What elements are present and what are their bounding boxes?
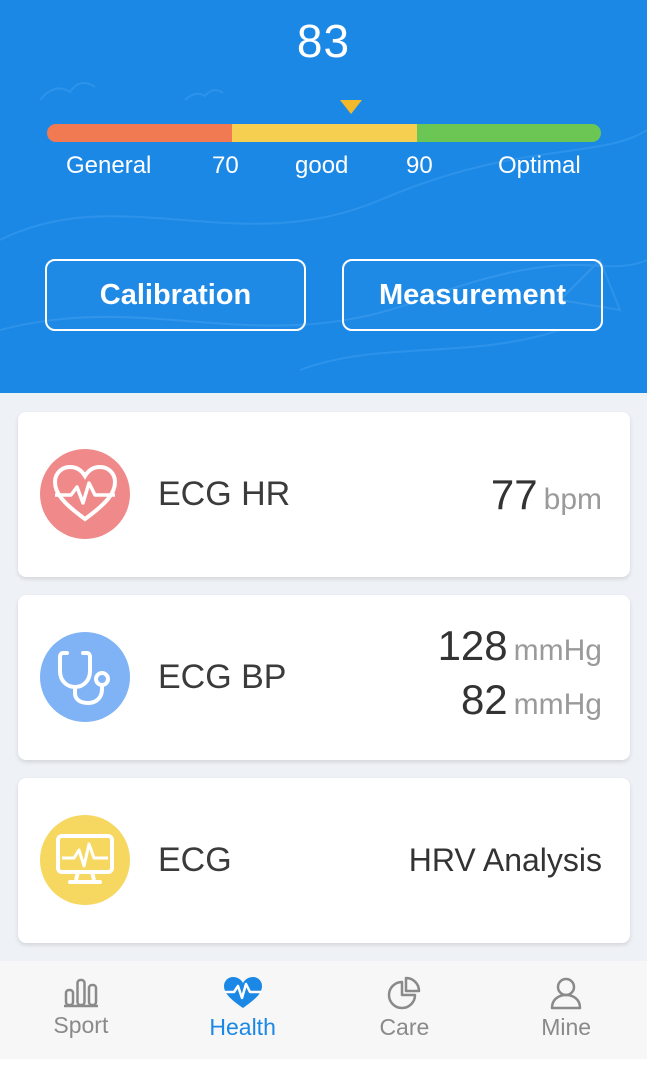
- calibration-button[interactable]: Calibration: [45, 259, 306, 331]
- monitor-ecg-icon: [40, 815, 130, 905]
- nav-tab-health[interactable]: Health: [162, 961, 324, 1059]
- score-marker-icon: [340, 100, 362, 114]
- range-general-segment: [47, 124, 232, 142]
- nav-label-sport: Sport: [53, 1012, 109, 1038]
- range-label-good: good: [295, 152, 349, 179]
- range-label-optimal: Optimal: [498, 152, 581, 179]
- stethoscope-icon: [40, 632, 130, 722]
- hrv-analysis-label: HRV Analysis: [408, 842, 602, 878]
- nav-tab-sport[interactable]: Sport: [0, 961, 162, 1059]
- bottom-navigation: Sport Health Care Mine: [0, 961, 647, 1059]
- nav-label-health: Health: [209, 1014, 276, 1040]
- hrv-analysis-link[interactable]: HRV Analysis: [409, 778, 602, 943]
- nav-label-care: Care: [379, 1014, 430, 1040]
- user-icon: [550, 977, 582, 1010]
- ecg-bp-reading: 128 mmHg 82 mmHg: [438, 595, 602, 760]
- system-navigation-bar: [0, 1059, 647, 1080]
- range-label-70: 70: [212, 152, 239, 179]
- systolic-value: 128: [437, 621, 508, 669]
- nav-tab-mine[interactable]: Mine: [485, 961, 647, 1059]
- bar-chart-icon: [63, 978, 98, 1008]
- health-score-header: 83 General 70 good 90 Optimal Calibratio…: [0, 0, 647, 393]
- ecg-bp-title: ECG BP: [158, 658, 287, 696]
- heart-ecg-icon: [40, 449, 130, 539]
- ecg-hr-card[interactable]: ECG HR 77 bpm: [18, 412, 630, 577]
- ecg-card[interactable]: ECG HRV Analysis: [18, 778, 630, 943]
- ecg-title: ECG: [158, 841, 232, 879]
- range-label-general: General: [66, 152, 152, 179]
- range-label-90: 90: [406, 152, 433, 179]
- heart-pulse-icon: [223, 977, 262, 1008]
- score-range-bar: [47, 124, 601, 142]
- health-score-value: 83: [296, 15, 351, 67]
- nav-tab-care[interactable]: Care: [324, 961, 486, 1059]
- systolic-unit: mmHg: [513, 633, 602, 667]
- heart-rate-value: 77: [490, 470, 538, 518]
- range-good-segment: [232, 124, 417, 142]
- heart-rate-unit: bpm: [543, 482, 602, 516]
- ecg-hr-title: ECG HR: [158, 475, 291, 513]
- measurement-button[interactable]: Measurement: [342, 259, 603, 331]
- ecg-bp-card[interactable]: ECG BP 128 mmHg 82 mmHg: [18, 595, 630, 760]
- range-optimal-segment: [417, 124, 601, 142]
- diastolic-value: 82: [460, 675, 508, 723]
- pie-chart-icon: [388, 976, 421, 1010]
- nav-label-mine: Mine: [541, 1014, 592, 1040]
- ecg-hr-reading: 77 bpm: [491, 412, 602, 577]
- diastolic-unit: mmHg: [513, 687, 602, 721]
